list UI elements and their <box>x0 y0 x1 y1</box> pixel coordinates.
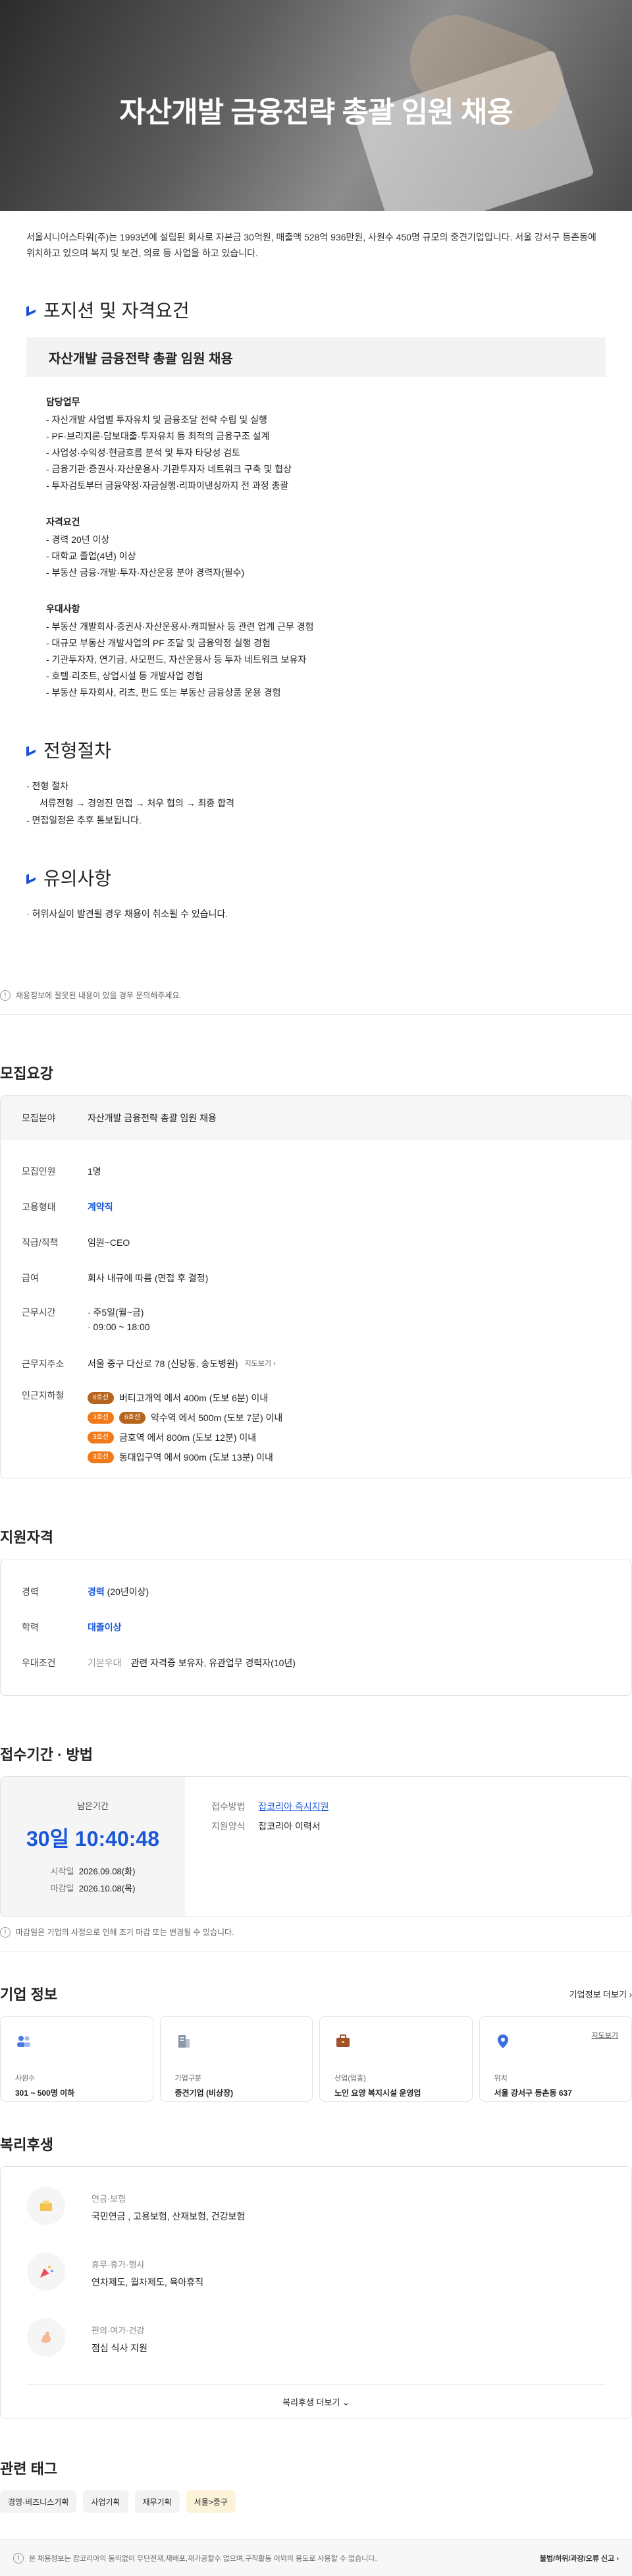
qualification-title: 지원자격 <box>0 1526 632 1547</box>
list-item: - 부동산 개발회사·증권사·자산운용사·캐피탈사 등 관련 업계 근무 경험 <box>46 619 632 635</box>
building-icon <box>175 2032 192 2050</box>
apply-box: 남은기간 30일 10:40:48 시작일 2026.09.08(화) 마감일 … <box>0 1776 632 1917</box>
report-notice[interactable]: !채용정보에 잘못된 내용이 있을 경우 문의해주세요. <box>0 990 632 1001</box>
apply-title: 접수기간 · 방법 <box>0 1743 632 1764</box>
subway-text: 금호역 에서 800m (도보 12분) 이내 <box>119 1430 256 1445</box>
company-card: 지도보기 위치 서울 강서구 등촌동 637 <box>479 2016 632 2102</box>
qualification-card: 경력경력 (20년이상) 학력대졸이상 우대조건기본우대관련 자격증 보유자, … <box>0 1559 632 1696</box>
welfare-item: 휴무·휴가·행사연차제도, 월차제도, 육아휴직 <box>27 2253 605 2291</box>
company-intro: 서울시니어스타워(주)는 1993년에 설립된 회사로 자본금 30억원, 매출… <box>26 229 606 261</box>
info-icon: ! <box>0 1927 11 1938</box>
list-item: - 기관투자자, 연기금, 사모펀드, 자산운용사 등 투자 네트워크 보유자 <box>46 652 632 668</box>
subway-row: 3호선 6호선 약수역 에서 500m (도보 7분) 이내 <box>88 1408 282 1428</box>
subway-list: 6호선버티고개역 에서 400m (도보 6분) 이내3호선6호선약수역 에서 … <box>88 1388 282 1467</box>
company-card: 사원수 301 ~ 500명 이하 <box>0 2016 153 2102</box>
subway-row: 3호선 동대입구역 에서 900m (도보 13분) 이내 <box>88 1447 282 1467</box>
list-item: - 부동산 금융·개발·투자·자산운용 분야 경력자(필수) <box>46 565 632 581</box>
company-card: 기업구분 중견기업 (비상장) <box>160 2016 313 2102</box>
tag-item[interactable]: 사업기획 <box>83 2490 128 2513</box>
subway-text: 동대입구역 에서 900m (도보 13분) 이내 <box>119 1450 273 1465</box>
tags-title: 관련 태그 <box>0 2457 632 2478</box>
remaining-time: 30일 10:40:48 <box>1 1822 185 1853</box>
hero-banner: 자산개발 금융전략 총괄 임원 채용 <box>0 0 632 211</box>
page-title: 자산개발 금융전략 총괄 임원 채용 <box>0 88 632 130</box>
pension-icon <box>27 2187 65 2225</box>
deadline-notice: !마감일은 기업의 사정으로 인해 조기 마감 또는 변경될 수 있습니다. <box>0 1926 632 1938</box>
pref-heading: 우대사항 <box>46 601 632 617</box>
info-icon: ! <box>13 2553 24 2563</box>
subway-line-badge: 6호선 <box>119 1412 145 1424</box>
list-item: - 투자검토부터 금융약정·자금실행·리파이낸싱까지 전 과정 총괄 <box>46 478 632 494</box>
map-link[interactable]: 지도보기 › <box>245 1357 276 1371</box>
tag-list: 경영·비즈니스기획 사업기획 재무기획 서울>중구 <box>0 2490 632 2513</box>
section-position: 포지션 및 자격요건 <box>26 296 606 323</box>
subway-line-badge: 3호선 <box>88 1432 114 1443</box>
subway-line-badge: 6호선 <box>88 1392 114 1404</box>
list-item: - 자산개발 사업별 투자유치 및 금융조달 전략 수립 및 실행 <box>46 412 632 428</box>
section-process: 전형절차 <box>26 737 606 763</box>
section-mark-icon <box>26 871 36 885</box>
position-box: 자산개발 금융전략 총괄 임원 채용 <box>26 337 606 377</box>
process-details: - 전형 절차 서류전형 → 경영진 면접 → 처우 협의 → 최종 합격 - … <box>26 777 606 829</box>
muscle-icon <box>27 2318 65 2357</box>
tag-item[interactable]: 경영·비즈니스기획 <box>0 2490 76 2513</box>
qual-heading: 자격요건 <box>46 514 632 530</box>
welfare-title: 복리후생 <box>0 2133 632 2154</box>
company-more-link[interactable]: 기업정보 더보기 › <box>569 1988 632 2000</box>
list-item: - 금융기관·증권사·자산운용사·기관투자자 네트워크 구축 및 협상 <box>46 461 632 478</box>
list-item: - 경력 20년 이상 <box>46 532 632 548</box>
section-caution: 유의사항 <box>26 864 606 891</box>
people-icon <box>15 2032 32 2050</box>
tag-item[interactable]: 서울>중구 <box>186 2490 236 2513</box>
location-icon <box>494 2032 512 2050</box>
welfare-card: 연금·보험국민연금 , 고용보험, 산재보험, 건강보험 휴무·휴가·행사연차제… <box>0 2166 632 2419</box>
list-item: - 대규모 부동산 개발사업의 PF 조달 및 금융약정 실행 경험 <box>46 635 632 652</box>
report-link[interactable]: 불법/허위/과장/오류 신고 › <box>540 2553 619 2563</box>
footer: !본 채용정보는 잡코리아의 동의없이 무단전재,재배포,재가공할수 없으며,구… <box>0 2539 632 2576</box>
caution-details: · 허위사실이 발견될 경우 채용이 취소될 수 있습니다. <box>26 905 606 922</box>
subway-line-badge: 3호선 <box>88 1451 114 1463</box>
subway-text: 약수역 에서 500m (도보 7분) 이내 <box>151 1411 282 1425</box>
subway-row: 3호선 금호역 에서 800m (도보 12분) 이내 <box>88 1428 282 1447</box>
party-icon <box>27 2253 65 2291</box>
tag-item[interactable]: 재무기획 <box>135 2490 180 2513</box>
list-item: - 호텔·리조트, 상업시설 등 개발사업 경험 <box>46 668 632 685</box>
company-card: 산업(업종) 노인 요양 복지시설 운영업 <box>319 2016 473 2102</box>
section-mark-icon <box>26 743 36 757</box>
list-item: - PF·브리지론·담보대출·투자유치 등 최적의 금융구조 설계 <box>46 428 632 445</box>
recruit-card: 모집분야 자산개발 금융전략 총괄 임원 채용 모집인원1명 고용형태계약직 직… <box>0 1095 632 1478</box>
briefcase-icon <box>334 2032 352 2050</box>
list-item: - 사업성·수익성·현금흐름 분석 및 투자 타당성 검토 <box>46 445 632 461</box>
recruit-title: 모집요강 <box>0 1062 632 1083</box>
section-mark-icon <box>26 303 36 317</box>
company-title: 기업 정보 <box>0 1983 57 2004</box>
welfare-item: 연금·보험국민연금 , 고용보험, 산재보험, 건강보험 <box>27 2187 605 2225</box>
subway-text: 버티고개역 에서 400m (도보 6분) 이내 <box>119 1391 268 1405</box>
welfare-item: 편의·여가·건강점심 식사 지원 <box>27 2318 605 2357</box>
company-map-link[interactable]: 지도보기 <box>592 2030 618 2040</box>
duties-heading: 담당업무 <box>46 394 632 410</box>
apply-now-link[interactable]: 잡코리아 즉시지원 <box>259 1801 329 1812</box>
welfare-more-button[interactable]: 복리후생 더보기 ⌄ <box>27 2384 605 2419</box>
field-value: 자산개발 금융전략 총괄 임원 채용 <box>88 1111 217 1125</box>
info-icon: ! <box>0 990 11 1001</box>
list-item: - 대학교 졸업(4년) 이상 <box>46 548 632 565</box>
subway-row: 6호선 버티고개역 에서 400m (도보 6분) 이내 <box>88 1388 282 1408</box>
list-item: - 부동산 투자회사, 리츠, 펀드 또는 부동산 금융상품 운용 경험 <box>46 685 632 701</box>
subway-line-badge: 3호선 <box>88 1412 114 1424</box>
company-cards: 사원수 301 ~ 500명 이하 기업구분 중견기업 (비상장) 산업(업종)… <box>0 2016 632 2102</box>
duty-details: 담당업무 - 자산개발 사업별 투자유치 및 금융조달 전략 수립 및 실행 -… <box>46 394 632 701</box>
